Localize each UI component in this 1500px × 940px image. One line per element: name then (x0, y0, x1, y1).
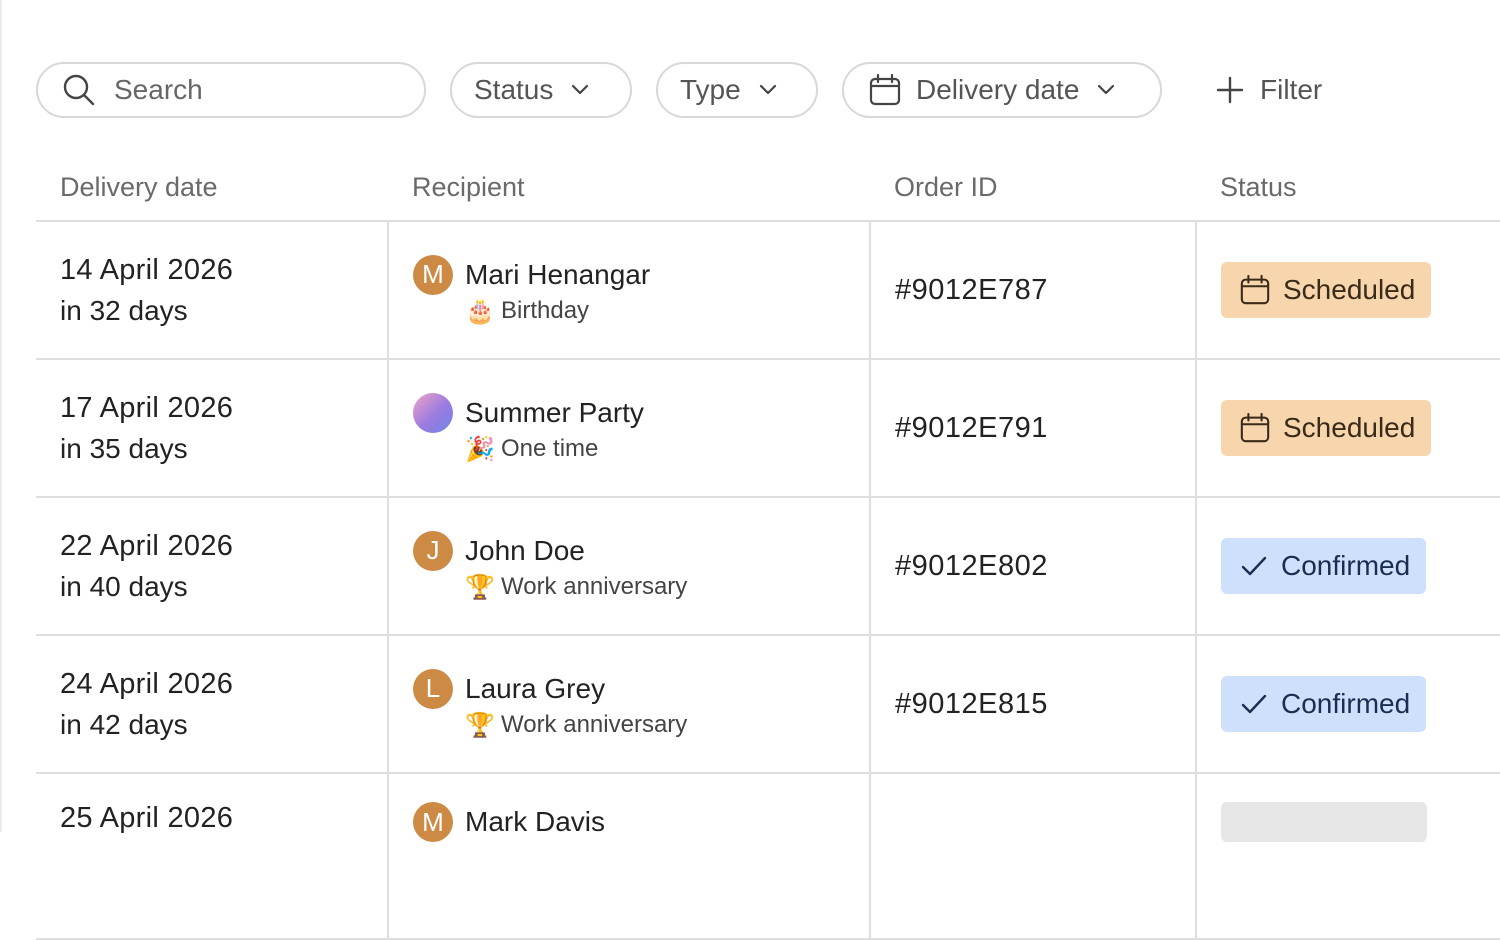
status-label: Scheduled (1283, 274, 1416, 305)
delivery-date-cell: 25 April 2026 (36, 773, 388, 940)
recipient-cell: M Mari Henangar 🎂 Birthday (387, 221, 870, 360)
table-header-row: Delivery date Recipient Order ID Status (36, 154, 1500, 222)
recipient-name: Laura Grey (465, 672, 606, 704)
table-row[interactable]: 22 April 2026 in 40 days J John Doe 🏆 Wo… (36, 497, 1500, 636)
column-header-order-id[interactable]: Order ID (870, 154, 1196, 222)
column-header-delivery-date[interactable]: Delivery date (36, 154, 388, 222)
search-icon (62, 73, 96, 107)
calendar-icon (1239, 412, 1271, 444)
search-input[interactable] (112, 73, 396, 107)
avatar: M (413, 802, 453, 842)
search-box[interactable] (36, 62, 426, 118)
delivery-relative: in 40 days (60, 570, 188, 602)
delivery-date: 22 April 2026 (60, 529, 234, 562)
type-filter-label: Type (680, 74, 741, 105)
status-badge: Confirmed (1221, 676, 1427, 732)
order-id: #9012E802 (895, 549, 1048, 582)
delivery-date-cell: 24 April 2026 in 42 days (36, 635, 388, 774)
delivery-date: 17 April 2026 (60, 391, 234, 424)
filter-bar: Status Type Delivery date Filter (36, 62, 1322, 118)
occasion-label: One time (501, 435, 599, 462)
order-id-cell: #9012E815 (869, 635, 1196, 774)
plus-icon (1216, 76, 1244, 104)
calendar-icon (868, 73, 902, 107)
order-id: #9012E787 (895, 273, 1048, 306)
trophy-icon: 🏆 (465, 573, 495, 601)
avatar: J (413, 530, 453, 571)
column-header-status[interactable]: Status (1196, 154, 1500, 222)
order-id-cell: #9012E791 (869, 359, 1196, 498)
occasion: 🏆 Work anniversary (465, 711, 687, 740)
delivery-relative: in 35 days (60, 432, 188, 464)
status-label: Scheduled (1283, 412, 1416, 443)
occasion-label: Birthday (501, 297, 590, 324)
checkmark-icon (1239, 551, 1269, 581)
status-filter-label: Status (474, 74, 554, 105)
order-id-cell: #9012E787 (869, 221, 1196, 360)
group-avatar (413, 392, 453, 433)
order-id: #9012E791 (895, 411, 1048, 444)
trophy-icon: 🏆 (465, 711, 495, 739)
cake-icon: 🎂 (465, 297, 495, 325)
delivery-relative: in 42 days (60, 708, 188, 740)
status-cell: Confirmed (1195, 497, 1500, 636)
occasion: 🎉 One time (465, 435, 644, 464)
status-filter-dropdown[interactable]: Status (450, 62, 632, 118)
status-cell: Scheduled (1195, 221, 1500, 360)
order-id-cell (869, 773, 1196, 940)
order-id: #9012E815 (895, 687, 1048, 720)
add-filter-label: Filter (1260, 74, 1323, 105)
delivery-date-cell: 14 April 2026 in 32 days (36, 221, 388, 360)
status-badge (1221, 802, 1427, 842)
table-row[interactable]: 25 April 2026 M Mark Davis (36, 773, 1500, 940)
chevron-down-icon (759, 84, 777, 96)
orders-table: Delivery date Recipient Order ID Status … (36, 154, 1500, 940)
status-badge: Scheduled (1221, 262, 1432, 318)
party-popper-icon: 🎉 (465, 435, 495, 463)
recipient-name: Mari Henangar (465, 258, 651, 290)
delivery-date-cell: 17 April 2026 in 35 days (36, 359, 388, 498)
recipient-name: John Doe (465, 534, 585, 566)
status-cell: Scheduled (1195, 359, 1500, 498)
delivery-date: 14 April 2026 (60, 253, 234, 286)
column-header-recipient[interactable]: Recipient (388, 154, 870, 222)
recipient-cell: Summer Party 🎉 One time (387, 359, 870, 498)
chevron-down-icon (1097, 84, 1115, 96)
delivery-date-filter-label: Delivery date (916, 74, 1080, 105)
calendar-icon (1239, 274, 1271, 306)
delivery-date: 25 April 2026 (60, 802, 234, 834)
status-cell (1195, 773, 1500, 940)
order-id-cell: #9012E802 (869, 497, 1196, 636)
occasion: 🎂 Birthday (465, 297, 650, 326)
avatar: M (413, 254, 453, 295)
table-row[interactable]: 14 April 2026 in 32 days M Mari Henangar… (36, 221, 1500, 360)
recipient-name: Mark Davis (465, 806, 606, 837)
delivery-relative: in 32 days (60, 294, 188, 326)
status-label: Confirmed (1281, 550, 1411, 581)
delivery-date-filter-dropdown[interactable]: Delivery date (842, 62, 1162, 118)
checkmark-icon (1239, 689, 1269, 719)
delivery-date-cell: 22 April 2026 in 40 days (36, 497, 388, 636)
type-filter-dropdown[interactable]: Type (656, 62, 818, 118)
table-row[interactable]: 17 April 2026 in 35 days Summer Party 🎉 … (36, 359, 1500, 498)
recipient-name: Summer Party (465, 396, 644, 428)
recipient-cell: M Mark Davis (387, 773, 870, 940)
occasion-label: Work anniversary (501, 711, 688, 738)
status-badge: Confirmed (1221, 538, 1427, 594)
status-badge: Scheduled (1221, 400, 1432, 456)
chevron-down-icon (571, 84, 589, 96)
avatar: L (413, 668, 453, 709)
table-row[interactable]: 24 April 2026 in 42 days L Laura Grey 🏆 … (36, 635, 1500, 774)
occasion-label: Work anniversary (501, 573, 688, 600)
recipient-cell: J John Doe 🏆 Work anniversary (387, 497, 870, 636)
delivery-date: 24 April 2026 (60, 667, 234, 700)
occasion: 🏆 Work anniversary (465, 573, 687, 602)
recipient-cell: L Laura Grey 🏆 Work anniversary (387, 635, 870, 774)
status-cell: Confirmed (1195, 635, 1500, 774)
status-label: Confirmed (1281, 688, 1411, 719)
add-filter-button[interactable]: Filter (1216, 74, 1322, 106)
